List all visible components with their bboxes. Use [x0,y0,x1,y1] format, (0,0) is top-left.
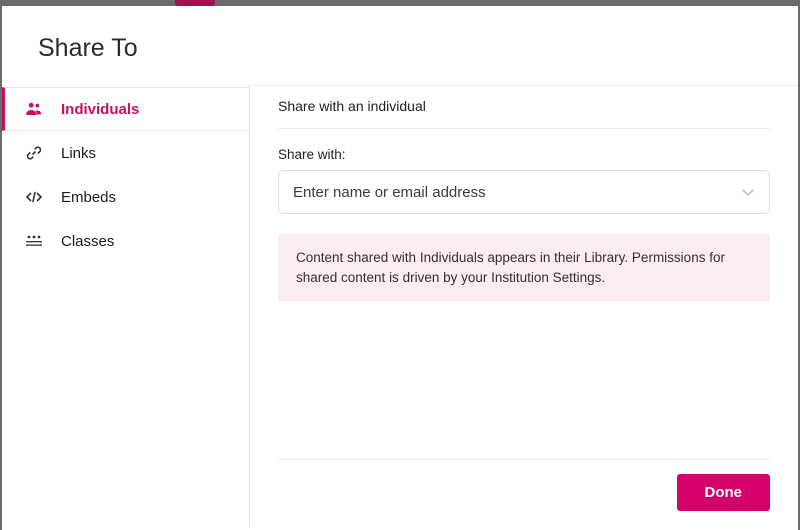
classes-icon [23,234,45,248]
sidebar-item-embeds[interactable]: Embeds [2,175,249,219]
share-with-select[interactable]: Enter name or email address [278,170,770,214]
sidebar-item-label: Classes [61,233,114,250]
modal-footer: Done [278,459,770,511]
modal-body: Individuals Links Embeds Classes [2,85,798,527]
link-icon [23,145,45,161]
share-type-sidebar: Individuals Links Embeds Classes [2,85,250,527]
done-button[interactable]: Done [677,474,771,511]
sidebar-item-label: Embeds [61,189,116,206]
sidebar-item-classes[interactable]: Classes [2,219,249,263]
sidebar-item-links[interactable]: Links [2,131,249,175]
sidebar-item-label: Links [61,145,96,162]
individuals-icon [23,102,45,116]
code-icon [23,190,45,204]
sidebar-item-individuals[interactable]: Individuals [2,87,249,131]
section-heading: Share with an individual [278,94,770,129]
share-to-modal: Share To Individuals Links Embeds [2,6,798,530]
select-placeholder: Enter name or email address [293,184,486,201]
sidebar-item-label: Individuals [61,101,139,118]
main-panel: Share with an individual Share with: Ent… [250,85,798,527]
info-message: Content shared with Individuals appears … [278,234,770,301]
chevron-down-icon [741,187,755,197]
modal-title: Share To [2,6,798,85]
flex-spacer [278,301,770,459]
share-with-label: Share with: [278,129,770,170]
